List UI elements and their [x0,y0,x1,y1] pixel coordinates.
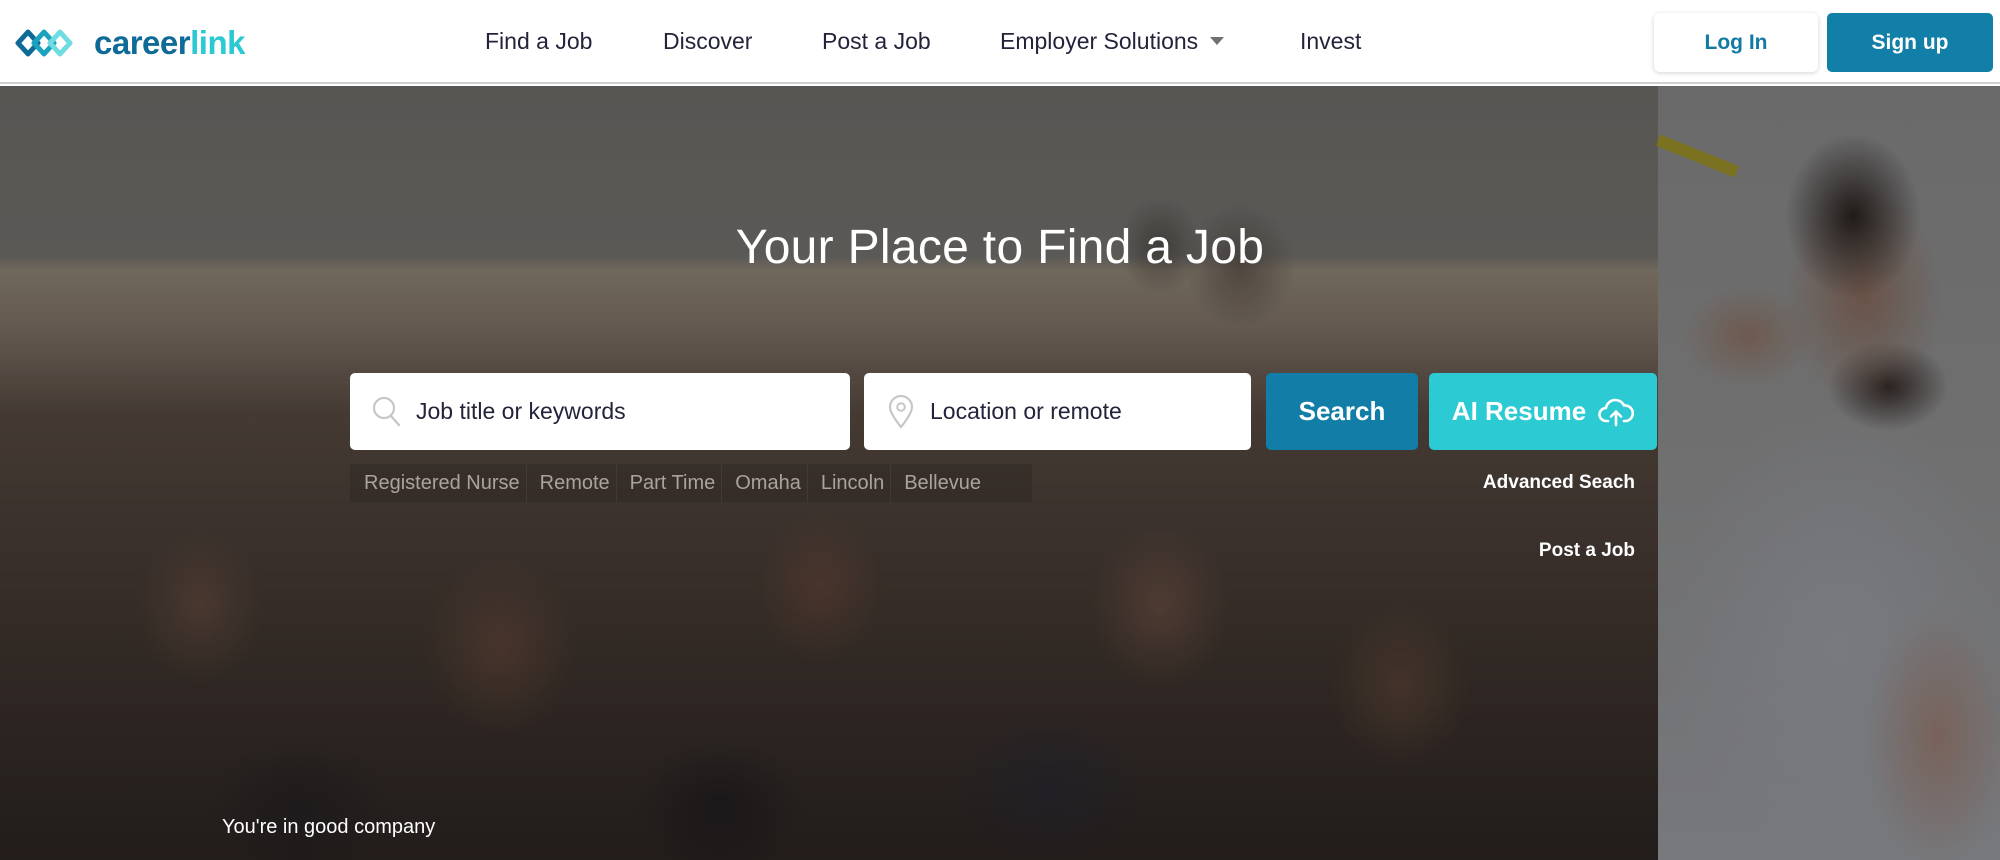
hero-title: Your Place to Find a Job [735,221,1265,274]
quick-tag[interactable]: Omaha [722,464,808,502]
nav-find-a-job[interactable]: Find a Job [485,28,592,55]
advanced-search-link[interactable]: Advanced Seach [1483,472,1635,494]
login-button[interactable]: Log In [1654,13,1818,72]
post-a-job-link[interactable]: Post a Job [1539,540,1635,562]
quick-tag[interactable]: Remote [527,464,617,502]
cloud-upload-icon [1598,398,1635,426]
search-button[interactable]: Search [1266,373,1418,450]
search-icon [370,395,404,429]
logo-text-link: link [190,24,245,61]
logo-text-career: career [94,24,191,61]
hero-tagline: You're in good company [222,816,436,838]
job-search-input[interactable] [416,398,816,425]
ai-resume-label: AI Resume [1451,396,1587,426]
site-header: careerlink Find a Job Discover Post a Jo… [0,0,2000,84]
quick-search-tags: Registered Nurse Remote Part Time Omaha … [350,464,1032,502]
hero-section: Your Place to Find a Job Search AI Resum… [0,86,2000,860]
quick-tag[interactable]: Lincoln [808,464,892,502]
careerlink-logo[interactable]: careerlink [14,24,245,62]
quick-tag[interactable]: Bellevue [891,464,987,502]
job-search-field[interactable] [350,373,850,450]
location-search-field[interactable] [864,373,1251,450]
nav-discover[interactable]: Discover [663,28,752,55]
quick-tag[interactable]: Part Time [617,464,723,502]
location-search-input[interactable] [930,398,1251,425]
quick-tag[interactable]: Registered Nurse [350,464,527,502]
caret-down-icon [1210,36,1225,45]
hero-side-photo [1658,86,2000,860]
nav-employer-solutions-label: Employer Solutions [1000,28,1199,54]
signup-button[interactable]: Sign up [1827,13,1993,72]
chain-link-logo-icon [15,29,73,57]
nav-employer-solutions[interactable]: Employer Solutions [1000,28,1225,55]
logo-text: careerlink [94,24,245,62]
nav-post-a-job[interactable]: Post a Job [822,28,931,55]
nav-invest[interactable]: Invest [1300,28,1361,55]
location-pin-icon [884,394,918,429]
ai-resume-button[interactable]: AI Resume [1429,373,1657,450]
